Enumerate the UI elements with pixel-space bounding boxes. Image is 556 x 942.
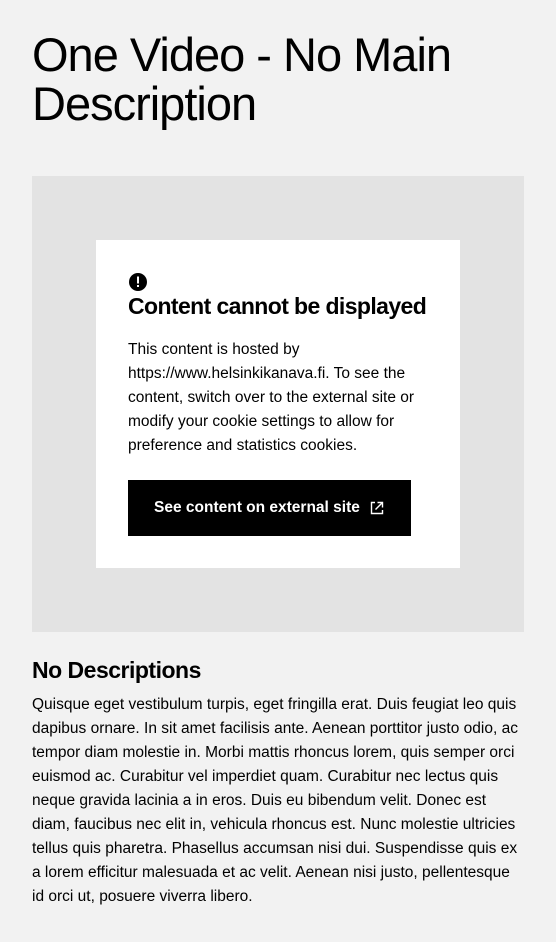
section-body-text: Quisque eget vestibulum turpis, eget fri… [32,696,518,905]
link-external-icon [370,501,384,515]
alert-circle-icon [129,273,147,291]
cookie-notice-card: Content cannot be displayed This content… [96,240,460,568]
see-content-external-button[interactable]: See content on external site [128,480,411,536]
section-heading: No Descriptions [32,657,201,683]
external-button-label: See content on external site [154,499,360,516]
page: One Video - No Main Description Content … [0,0,556,942]
video-embed-placeholder: Content cannot be displayed This content… [32,176,524,632]
notice-text: This content is hosted by https://www.he… [128,341,415,454]
notice-title: Content cannot be displayed [128,293,427,319]
page-title: One Video - No Main Description [32,28,452,130]
